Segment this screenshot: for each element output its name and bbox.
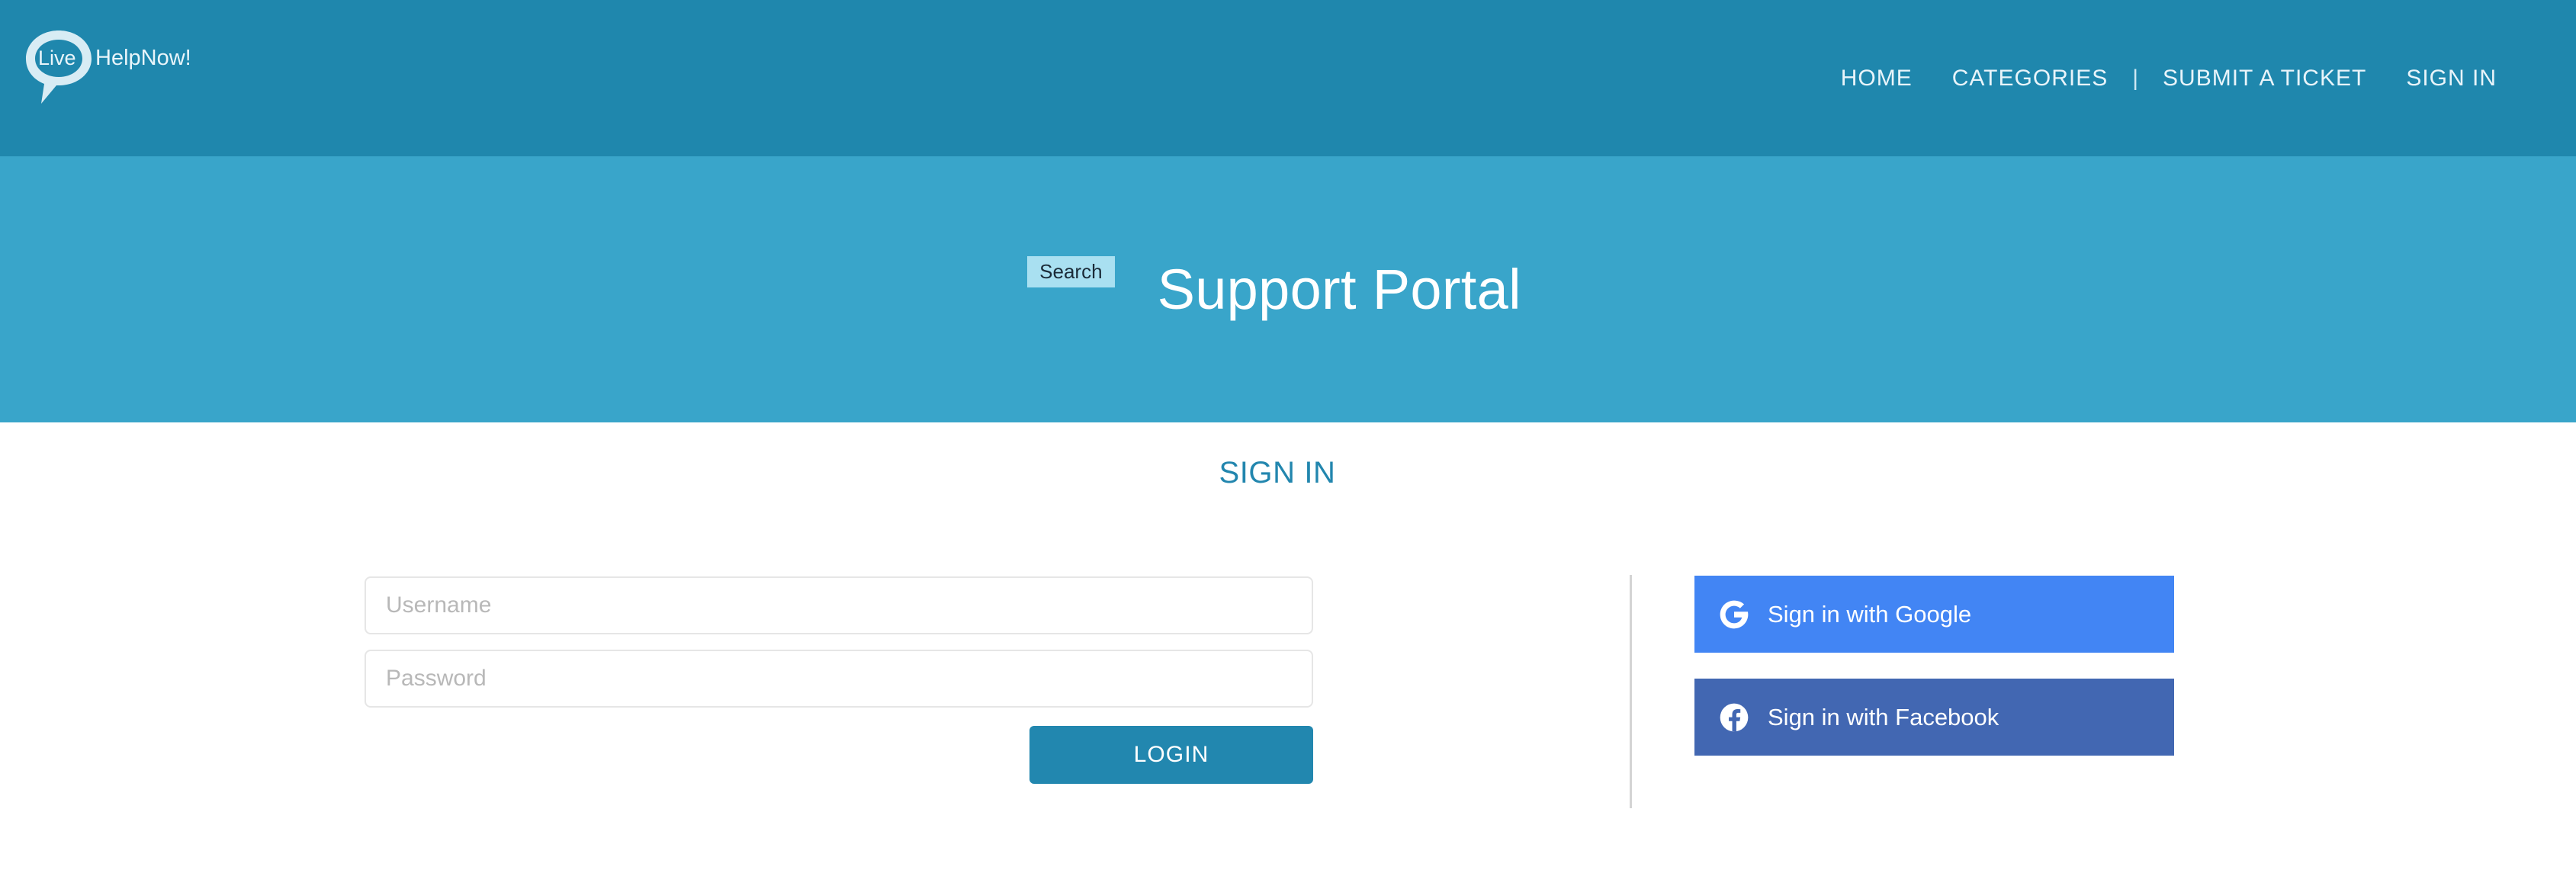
livehelpnow-logo[interactable]: Live HelpNow! [21, 24, 220, 110]
search-label-tooltip[interactable]: Search [1027, 255, 1115, 288]
facebook-icon [1717, 701, 1751, 734]
main-content: SIGN IN LOGIN Sign in with Google [0, 422, 2576, 886]
social-signin-group: Sign in with Google Sign in with Faceboo… [1694, 576, 2174, 756]
credentials-form: LOGIN [365, 576, 1313, 784]
login-button[interactable]: LOGIN [1029, 726, 1313, 784]
google-icon [1717, 598, 1751, 631]
column-divider [1630, 575, 1632, 808]
site-header: Live HelpNow! HOME CATEGORIES | SUBMIT A… [0, 0, 2576, 156]
login-button-row: LOGIN [365, 726, 1313, 784]
page-title: Support Portal [1157, 258, 1521, 321]
nav-item-sign-in[interactable]: SIGN IN [2386, 0, 2517, 156]
signin-heading: SIGN IN [1219, 456, 1336, 490]
sign-in-with-facebook-button[interactable]: Sign in with Facebook [1694, 679, 2174, 756]
svg-text:Live: Live [38, 47, 76, 69]
livehelpnow-logo-icon: Live HelpNow! [26, 30, 191, 104]
username-input[interactable] [365, 576, 1313, 634]
support-portal-page: Live HelpNow! HOME CATEGORIES | SUBMIT A… [0, 0, 2576, 886]
hero-inner: Search Support Portal [0, 156, 2576, 422]
svg-text:HelpNow!: HelpNow! [95, 46, 191, 70]
main-navigation: HOME CATEGORIES | SUBMIT A TICKET SIGN I… [1821, 0, 2517, 156]
sign-in-with-google-button[interactable]: Sign in with Google [1694, 576, 2174, 653]
nav-item-submit-a-ticket[interactable]: SUBMIT A TICKET [2143, 0, 2386, 156]
nav-item-home[interactable]: HOME [1821, 0, 1932, 156]
password-input[interactable] [365, 650, 1313, 708]
hero-row: Search Support Portal [1027, 255, 1521, 322]
nav-separator: | [2132, 66, 2139, 91]
sign-in-with-google-label: Sign in with Google [1768, 600, 1972, 628]
nav-item-categories[interactable]: CATEGORIES [1932, 0, 2128, 156]
hero-banner: Search Support Portal [0, 156, 2576, 422]
sign-in-with-facebook-label: Sign in with Facebook [1768, 703, 1999, 730]
